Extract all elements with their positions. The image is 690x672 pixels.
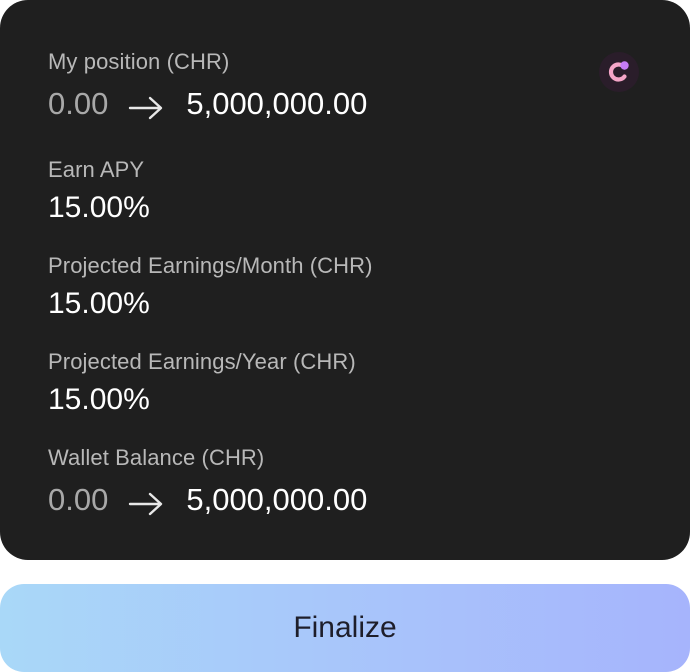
projected-year-label: Projected Earnings/Year (CHR) bbox=[48, 349, 356, 374]
earn-apy-label: Earn APY bbox=[48, 157, 145, 182]
projected-month-label: Projected Earnings/Month (CHR) bbox=[48, 253, 373, 278]
wallet-balance-label: Wallet Balance (CHR) bbox=[48, 445, 265, 470]
position-to-value: 5,000,000.00 bbox=[186, 86, 368, 121]
earn-apy-row: Earn APY 15.00% bbox=[48, 156, 150, 226]
projected-year-row: Projected Earnings/Year (CHR) 15.00% bbox=[48, 348, 356, 418]
chromia-logo-icon bbox=[599, 52, 639, 92]
wallet-balance-from-value: 0.00 bbox=[48, 482, 109, 517]
finalize-button[interactable]: Finalize bbox=[0, 584, 690, 672]
projected-month-row: Projected Earnings/Month (CHR) 15.00% bbox=[48, 252, 373, 322]
wallet-balance-to-value: 5,000,000.00 bbox=[186, 482, 368, 517]
summary-card: My position (CHR) 0.00 5,000,000.00 Earn… bbox=[0, 0, 690, 560]
position-transition: 0.00 5,000,000.00 bbox=[48, 86, 367, 122]
projected-month-value: 15.00% bbox=[48, 287, 150, 320]
arrow-right-icon bbox=[128, 92, 164, 120]
arrow-right-icon bbox=[128, 488, 164, 516]
wallet-balance-transition: 0.00 5,000,000.00 bbox=[48, 482, 367, 518]
position-row: My position (CHR) 0.00 5,000,000.00 bbox=[48, 48, 367, 122]
earn-apy-value: 15.00% bbox=[48, 191, 150, 224]
position-label: My position (CHR) bbox=[48, 49, 230, 74]
projected-year-value: 15.00% bbox=[48, 383, 150, 416]
wallet-balance-row: Wallet Balance (CHR) 0.00 5,000,000.00 bbox=[48, 444, 367, 518]
position-from-value: 0.00 bbox=[48, 86, 109, 121]
